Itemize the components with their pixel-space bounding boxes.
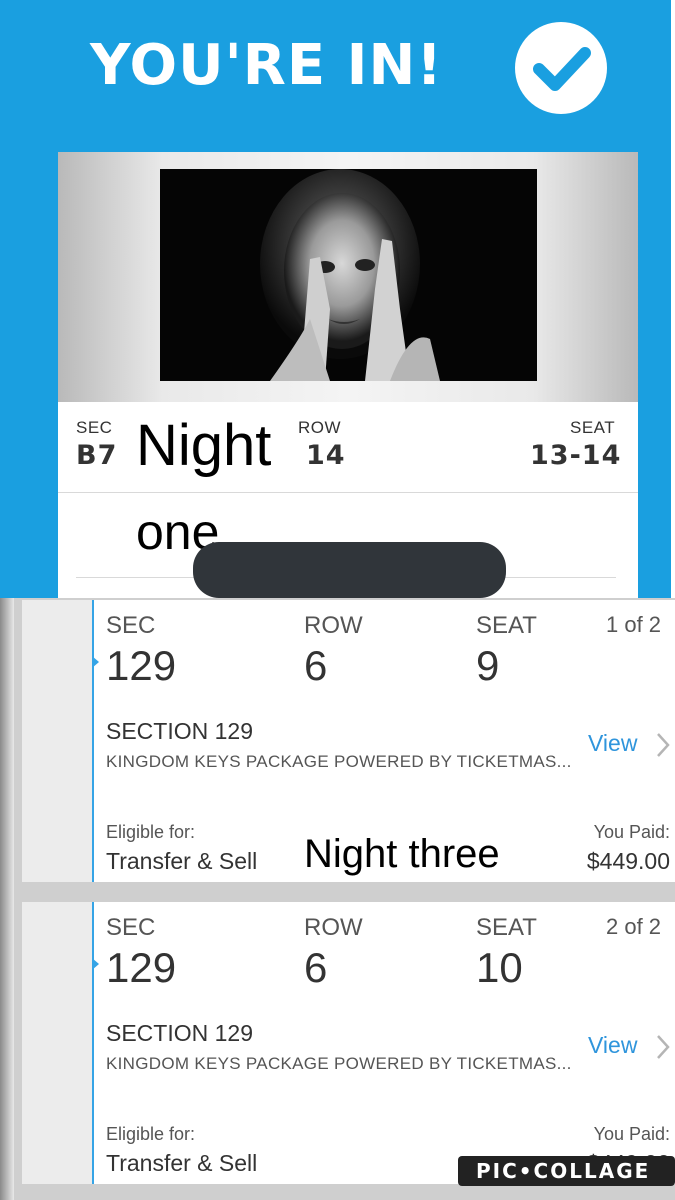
eligible-value: Transfer & Sell: [106, 1150, 258, 1176]
page-title: YOU'RE IN!: [90, 33, 443, 98]
redaction-bar: [193, 542, 506, 598]
section-name: SECTION 129: [106, 1020, 253, 1046]
night-three-annotation: Night three: [304, 832, 500, 876]
ticket-row[interactable]: SEC 129 ROW 6 SEAT 9 1 of 2 SECTION 129 …: [22, 600, 675, 882]
pic-collage-watermark: PIC•COLLAGE: [458, 1156, 675, 1186]
check-circle-icon: [515, 22, 607, 114]
selected-indicator-icon: [92, 656, 99, 668]
seat-label: SEAT: [476, 914, 537, 941]
chevron-right-icon[interactable]: [656, 1034, 670, 1065]
seat-label: SEAT: [570, 418, 616, 437]
sec-value: 129: [106, 944, 177, 991]
section-name: SECTION 129: [106, 718, 253, 744]
sec-label: SEC: [106, 612, 156, 639]
package-name: KINGDOM KEYS PACKAGE POWERED BY TICKETMA…: [106, 752, 572, 771]
row-label: ROW: [304, 914, 363, 941]
sec-value: 129: [106, 642, 177, 689]
ticket-gutter: [22, 600, 92, 882]
eligible-label: Eligible for:: [106, 822, 196, 842]
ticket-count: 1 of 2: [606, 612, 662, 637]
eligible-label: Eligible for:: [106, 1124, 196, 1144]
chevron-right-icon[interactable]: [656, 732, 670, 763]
row-label: ROW: [298, 418, 342, 437]
seat-label: SEAT: [476, 612, 537, 639]
seat-value: 9: [476, 642, 500, 689]
ticket-gutter: [22, 902, 92, 1184]
view-link[interactable]: View: [588, 730, 637, 757]
view-link[interactable]: View: [588, 1032, 637, 1059]
sec-label: SEC: [76, 418, 113, 437]
seat-value: 13-14: [530, 440, 622, 471]
ticket-accent: [92, 902, 94, 1184]
night-one-annotation-line1: Night: [136, 413, 272, 478]
ticket-accent: [92, 600, 94, 882]
watermark-text: PIC•COLLAGE: [476, 1159, 651, 1183]
row-label: ROW: [304, 612, 363, 639]
package-name: KINGDOM KEYS PACKAGE POWERED BY TICKETMA…: [106, 1054, 572, 1073]
ticket-row[interactable]: SEC 129 ROW 6 SEAT 10 2 of 2 SECTION 129…: [22, 902, 675, 1184]
row-value: 6: [304, 944, 328, 991]
row-value: 14: [306, 440, 346, 471]
sec-label: SEC: [106, 914, 156, 941]
row-value: 6: [304, 642, 328, 689]
panel-edge: [671, 0, 675, 598]
event-image: [160, 169, 537, 381]
selected-indicator-icon: [92, 958, 99, 970]
seat-value: 10: [476, 944, 523, 991]
divider: [58, 492, 638, 493]
ticket-count: 2 of 2: [606, 914, 662, 939]
eligible-value: Transfer & Sell: [106, 848, 258, 874]
price: $449.00: [586, 848, 670, 874]
paid-label: You Paid:: [593, 1124, 670, 1144]
sec-value: B7: [76, 440, 118, 471]
ticket-card-header: [58, 152, 638, 402]
paid-label: You Paid:: [593, 822, 670, 842]
confirmation-panel: YOU'RE IN! SEC B7 ROW 14 SEAT 13-14 Nigh…: [0, 0, 675, 598]
list-edge: [0, 598, 14, 1200]
